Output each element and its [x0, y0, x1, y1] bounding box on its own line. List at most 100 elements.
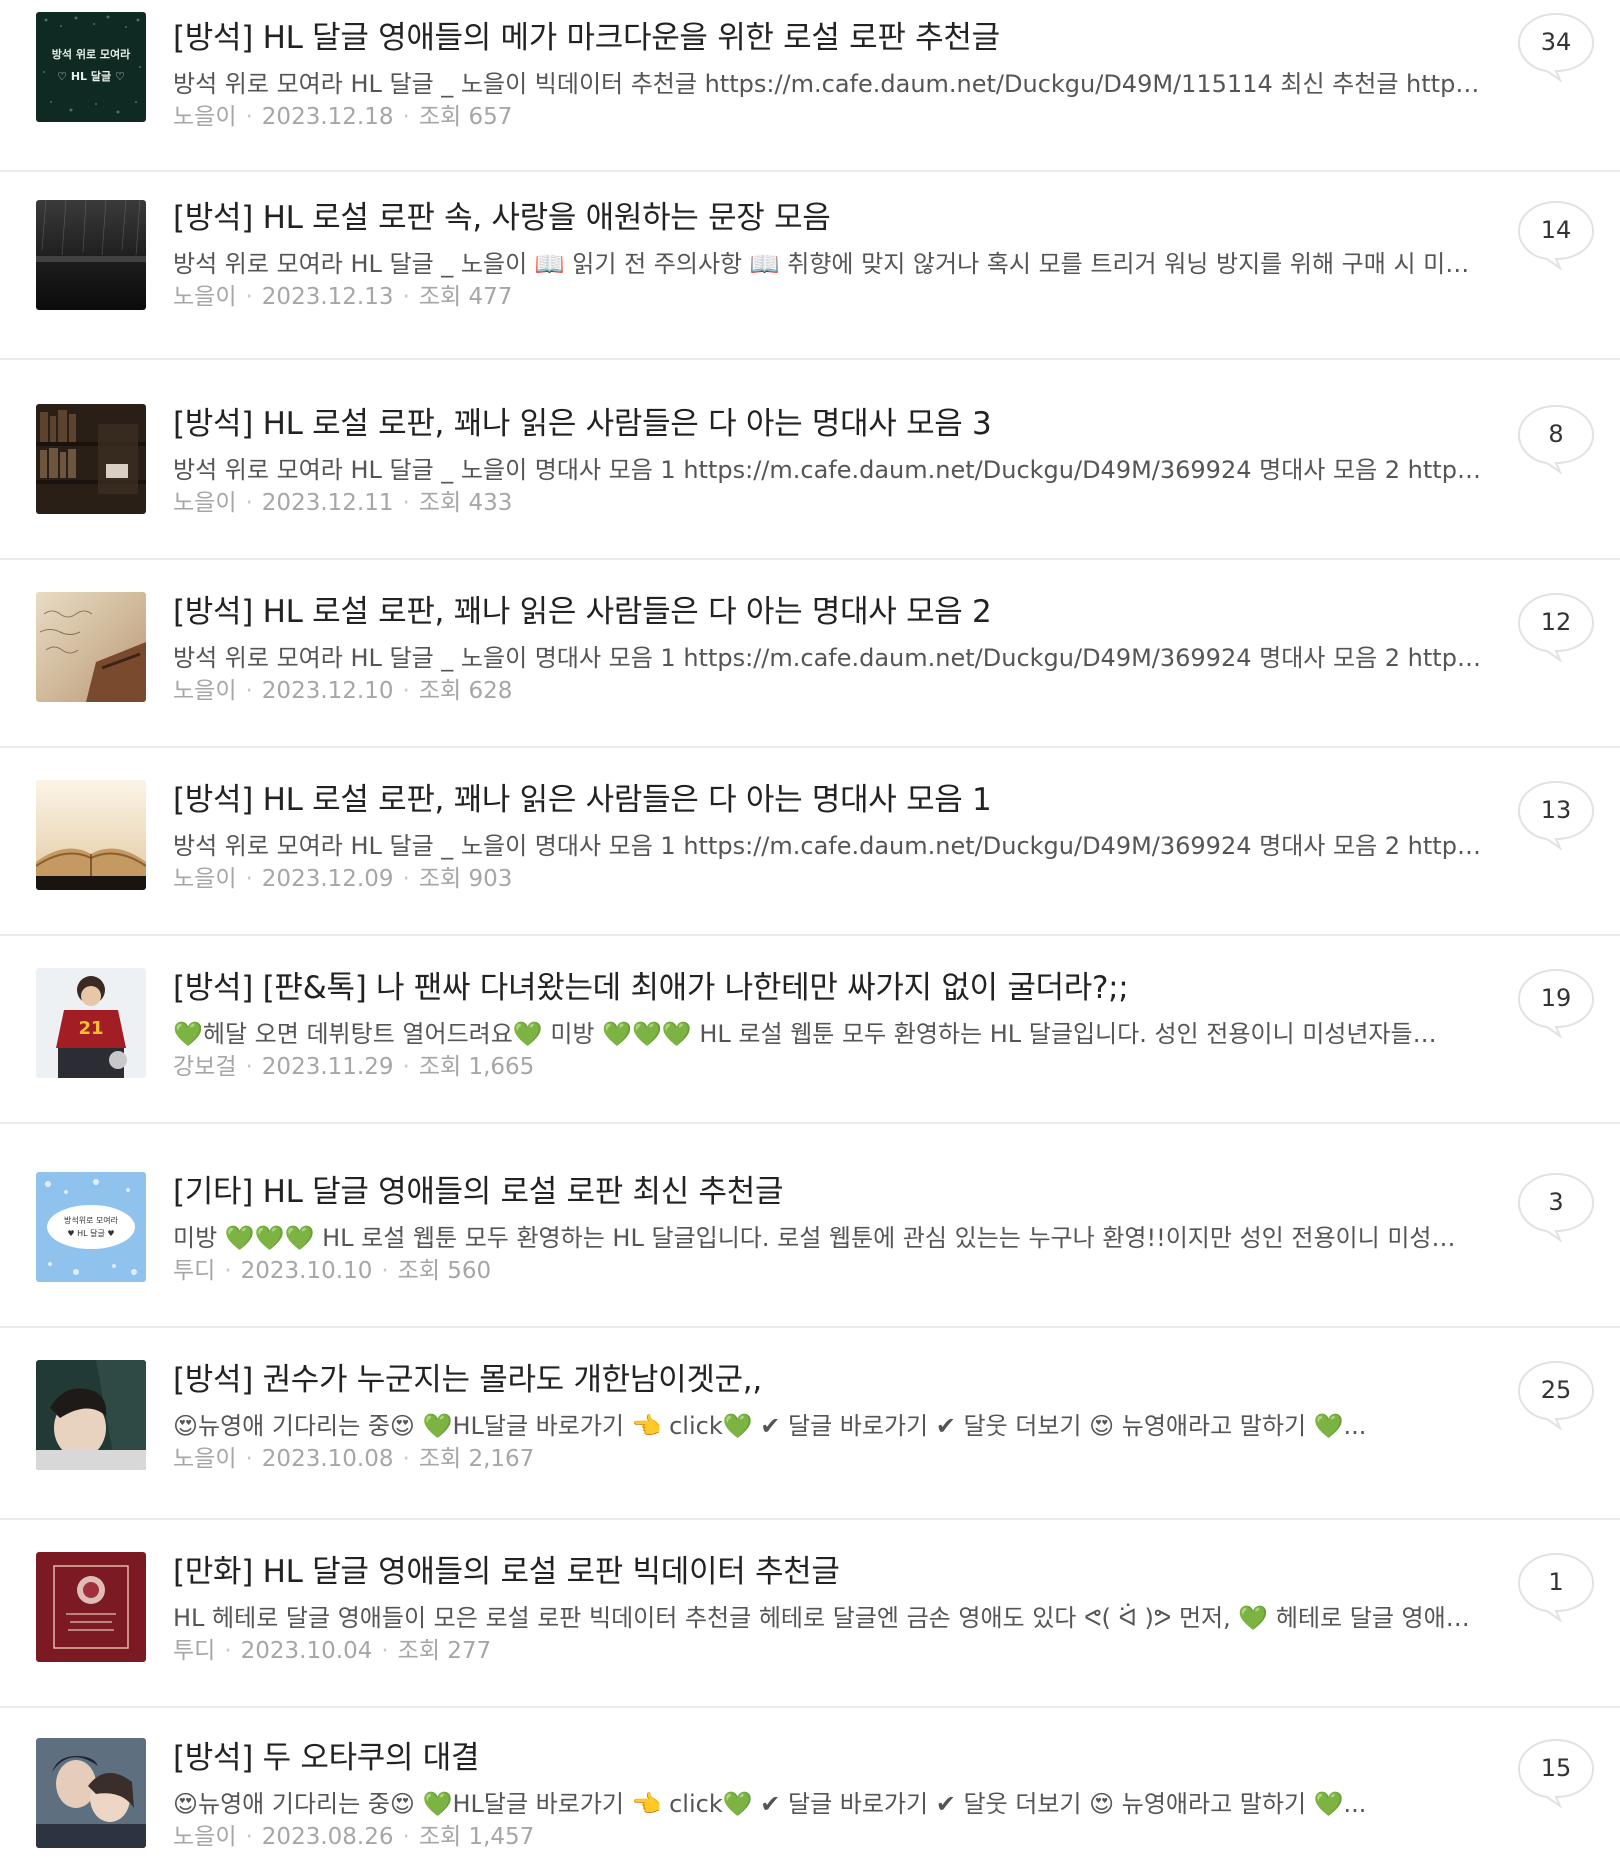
- meta-separator: ·: [245, 284, 253, 310]
- comment-count: 3: [1548, 1188, 1564, 1216]
- post-title[interactable]: [방석] HL 로설 로판, 꽤나 읽은 사람들은 다 아는 명대사 모음 1: [173, 780, 1493, 820]
- svg-text:♥ HL 달글 ♥: ♥ HL 달글 ♥: [67, 1229, 114, 1238]
- comment-count-bubble[interactable]: 3: [1517, 1172, 1595, 1242]
- post-item[interactable]: [방석] HL 로설 로판, 꽤나 읽은 사람들은 다 아는 명대사 모음 2 …: [0, 560, 1620, 748]
- post-author: 투디: [173, 1638, 216, 1664]
- post-author: 노을이: [173, 104, 237, 130]
- comment-count-bubble[interactable]: 13: [1517, 780, 1595, 850]
- thumbnail-image: [36, 780, 146, 890]
- post-meta: 노을이 · 2023.12.11 · 조회 433: [173, 488, 1493, 518]
- post-item[interactable]: 21 [방석] [퍈&톡] 나 팬싸 다녀왔는데 최애가 나한테만 싸가지 없이…: [0, 936, 1620, 1124]
- post-snippet: HL 헤테로 달글 영애들이 모은 로설 로판 빅데이터 추천글 헤테로 달글엔…: [173, 1604, 1470, 1632]
- thumbnail-image: [36, 1360, 146, 1470]
- post-thumbnail[interactable]: 방석위로 모여라 ♥ HL 달글 ♥: [36, 1172, 146, 1282]
- post-author: 투디: [173, 1258, 216, 1284]
- post-content: [방석] HL 로설 로판 속, 사랑을 애원하는 문장 모음 방석 위로 모여…: [173, 198, 1493, 312]
- post-snippet: 미방 💚💚💚 HL 로설 웹툰 모두 환영하는 HL 달글입니다. 로설 웹툰에…: [173, 1224, 1456, 1252]
- post-thumbnail[interactable]: [36, 1552, 146, 1662]
- post-meta: 노을이 · 2023.08.26 · 조회 1,457: [173, 1822, 1493, 1852]
- post-item[interactable]: [방석] 권수가 누군지는 몰라도 개한남이겟군,, 😍뉴영애 기다리는 중😍 …: [0, 1328, 1620, 1520]
- post-meta: 노을이 · 2023.10.08 · 조회 2,167: [173, 1444, 1493, 1474]
- post-content: [방석] HL 로설 로판, 꽤나 읽은 사람들은 다 아는 명대사 모음 1 …: [173, 780, 1493, 894]
- comment-count-bubble[interactable]: 12: [1517, 592, 1595, 662]
- post-date: 2023.11.29: [261, 1054, 394, 1080]
- post-title[interactable]: [방석] [퍈&톡] 나 팬싸 다녀왔는데 최애가 나한테만 싸가지 없이 굴더…: [173, 968, 1493, 1008]
- post-content: [방석] [퍈&톡] 나 팬싸 다녀왔는데 최애가 나한테만 싸가지 없이 굴더…: [173, 968, 1493, 1082]
- post-item[interactable]: [방석] HL 로설 로판, 꽤나 읽은 사람들은 다 아는 명대사 모음 1 …: [0, 748, 1620, 936]
- post-date: 2023.12.13: [261, 284, 394, 310]
- comment-count: 14: [1540, 216, 1572, 244]
- comment-count-bubble[interactable]: 8: [1517, 404, 1595, 474]
- post-snippet: 방석 위로 모여라 HL 달글 _ 노을이 명대사 모음 1 https://m…: [173, 644, 1489, 672]
- post-author: 노을이: [173, 1446, 237, 1472]
- post-item[interactable]: 방석 위로 모여라 ♡ HL 달글 ♡ [방석] HL 달글 영애들의 메가 마…: [0, 0, 1620, 172]
- post-title[interactable]: [방석] 두 오타쿠의 대결: [173, 1738, 1493, 1778]
- post-thumbnail[interactable]: [36, 1738, 146, 1848]
- post-meta: 노을이 · 2023.12.10 · 조회 628: [173, 676, 1493, 706]
- post-title[interactable]: [기타] HL 달글 영애들의 로설 로판 최신 추천글: [173, 1172, 1493, 1212]
- post-title[interactable]: [만화] HL 달글 영애들의 로설 로판 빅데이터 추천글: [173, 1552, 1493, 1592]
- meta-separator: ·: [245, 1446, 253, 1472]
- post-views: 조회 1,665: [418, 1054, 535, 1080]
- thumbnail-image: [36, 1552, 146, 1662]
- post-date: 2023.10.10: [240, 1258, 373, 1284]
- post-author: 노을이: [173, 1824, 237, 1850]
- post-item[interactable]: [방석] HL 로설 로판, 꽤나 읽은 사람들은 다 아는 명대사 모음 3 …: [0, 360, 1620, 560]
- post-title[interactable]: [방석] HL 로설 로판 속, 사랑을 애원하는 문장 모음: [173, 198, 1493, 238]
- post-thumbnail[interactable]: [36, 404, 146, 514]
- post-title[interactable]: [방석] HL 달글 영애들의 메가 마크다운을 위한 로설 로판 추천글: [173, 18, 1493, 58]
- post-title[interactable]: [방석] HL 로설 로판, 꽤나 읽은 사람들은 다 아는 명대사 모음 2: [173, 592, 1493, 632]
- post-content: [방석] HL 로설 로판, 꽤나 읽은 사람들은 다 아는 명대사 모음 3 …: [173, 404, 1493, 518]
- post-snippet: 방석 위로 모여라 HL 달글 _ 노을이 📖 읽기 전 주의사항 📖 취향에 …: [173, 250, 1470, 278]
- post-date: 2023.12.10: [261, 678, 394, 704]
- post-thumbnail[interactable]: [36, 1360, 146, 1470]
- thumbnail-image: 21: [36, 968, 146, 1078]
- comment-count-bubble[interactable]: 1: [1517, 1552, 1595, 1622]
- post-title[interactable]: [방석] HL 로설 로판, 꽤나 읽은 사람들은 다 아는 명대사 모음 3: [173, 404, 1493, 444]
- meta-separator: ·: [402, 490, 410, 516]
- meta-separator: ·: [381, 1258, 389, 1284]
- post-content: [만화] HL 달글 영애들의 로설 로판 빅데이터 추천글 HL 헤테로 달글…: [173, 1552, 1493, 1666]
- post-item[interactable]: [방석] HL 로설 로판 속, 사랑을 애원하는 문장 모음 방석 위로 모여…: [0, 172, 1620, 360]
- meta-separator: ·: [402, 678, 410, 704]
- comment-count-bubble[interactable]: 25: [1517, 1360, 1595, 1430]
- post-item[interactable]: 방석위로 모여라 ♥ HL 달글 ♥ [기타] HL 달글 영애들의 로설 로판…: [0, 1124, 1620, 1328]
- comment-count-bubble[interactable]: 19: [1517, 968, 1595, 1038]
- post-snippet: 😍뉴영애 기다리는 중😍 💚HL달글 바로가기 👈 click💚 ✔ 달글 바로…: [173, 1412, 1367, 1440]
- comment-count: 15: [1540, 1754, 1572, 1782]
- post-title[interactable]: [방석] 권수가 누군지는 몰라도 개한남이겟군,,: [173, 1360, 1493, 1400]
- meta-separator: ·: [245, 1824, 253, 1850]
- post-meta: 노을이 · 2023.12.18 · 조회 657: [173, 102, 1493, 132]
- post-meta: 노을이 · 2023.12.13 · 조회 477: [173, 282, 1493, 312]
- post-thumbnail[interactable]: [36, 780, 146, 890]
- post-date: 2023.12.09: [261, 866, 394, 892]
- meta-separator: ·: [381, 1638, 389, 1664]
- comment-count-bubble[interactable]: 15: [1517, 1738, 1595, 1808]
- thumbnail-image: [36, 200, 146, 310]
- post-date: 2023.12.18: [261, 104, 394, 130]
- meta-separator: ·: [245, 866, 253, 892]
- post-thumbnail[interactable]: [36, 592, 146, 702]
- thumbnail-image: [36, 404, 146, 514]
- thumbnail-image: [36, 1738, 146, 1848]
- post-views: 조회 2,167: [418, 1446, 535, 1472]
- post-content: [방석] HL 로설 로판, 꽤나 읽은 사람들은 다 아는 명대사 모음 2 …: [173, 592, 1493, 706]
- comment-count: 25: [1540, 1376, 1572, 1404]
- post-views: 조회 477: [418, 284, 513, 310]
- post-thumbnail[interactable]: 방석 위로 모여라 ♡ HL 달글 ♡: [36, 12, 146, 122]
- post-snippet: 😍뉴영애 기다리는 중😍 💚HL달글 바로가기 👈 click💚 ✔ 달글 바로…: [173, 1790, 1367, 1818]
- post-item[interactable]: [만화] HL 달글 영애들의 로설 로판 빅데이터 추천글 HL 헤테로 달글…: [0, 1520, 1620, 1708]
- post-item[interactable]: [방석] 두 오타쿠의 대결 😍뉴영애 기다리는 중😍 💚HL달글 바로가기 👈…: [0, 1708, 1620, 1870]
- post-views: 조회 628: [418, 678, 513, 704]
- thumbnail-image: [36, 592, 146, 702]
- post-date: 2023.10.04: [240, 1638, 373, 1664]
- post-thumbnail[interactable]: 21: [36, 968, 146, 1078]
- comment-count: 13: [1540, 796, 1572, 824]
- comment-count-bubble[interactable]: 34: [1517, 12, 1595, 82]
- meta-separator: ·: [402, 1446, 410, 1472]
- post-snippet: 💚헤달 오면 데뷔탕트 열어드려요💚 미방 💚💚💚 HL 로설 웹툰 모두 환영…: [173, 1020, 1437, 1048]
- post-thumbnail[interactable]: [36, 200, 146, 310]
- comment-count: 1: [1548, 1568, 1564, 1596]
- comment-count-bubble[interactable]: 14: [1517, 200, 1595, 270]
- thumbnail-image: 방석 위로 모여라 ♡ HL 달글 ♡: [36, 12, 146, 122]
